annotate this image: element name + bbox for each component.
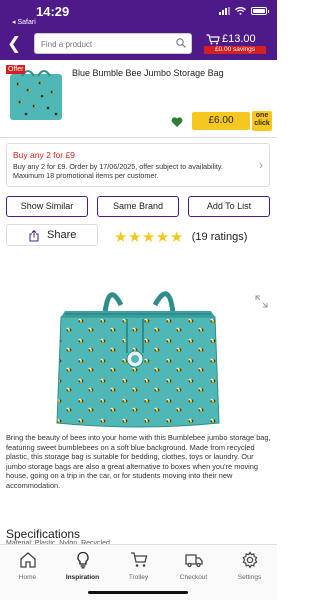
gear-icon	[242, 551, 257, 569]
status-icons	[219, 7, 269, 15]
status-bar: 14:29 ◂ Safari	[0, 0, 277, 28]
trolley-icon	[130, 552, 147, 567]
nav-row: ❮ £13.00 £0.00 savings	[0, 33, 277, 55]
star-icon: ★	[155, 228, 170, 246]
star-icon: ★	[169, 228, 184, 246]
chevron-right-icon: ›	[259, 158, 263, 172]
star-icon: ★	[114, 228, 128, 246]
add-to-trolley-price-button[interactable]: £6.00	[192, 112, 250, 130]
one-click-label-line1: one	[255, 112, 269, 119]
specifications-heading: Specifications	[6, 527, 81, 541]
heart-icon[interactable]	[171, 116, 183, 128]
tab-home[interactable]: Home	[0, 551, 55, 587]
promo-title: Buy any 2 for £9	[13, 150, 75, 160]
search-icon[interactable]	[176, 38, 186, 48]
tab-label: Home	[18, 574, 37, 581]
cart-button[interactable]: £13.00 £0.00 savings	[204, 33, 270, 55]
tab-label: Inspiration	[65, 574, 100, 581]
offer-badge: Offer	[6, 65, 26, 74]
share-label: Share	[47, 229, 77, 241]
tab-inspiration[interactable]: Inspiration	[55, 551, 110, 587]
add-to-list-button[interactable]: Add To List	[188, 196, 270, 217]
one-click-label-line2: click	[254, 120, 270, 127]
one-click-button[interactable]: one click	[252, 111, 272, 131]
app-header: 14:29 ◂ Safari ❮ Find a product £13.00 £…	[0, 0, 277, 60]
promo-offer-card[interactable]: Buy any 2 for £9 Buy any 2 for £9. Order…	[6, 143, 270, 187]
rating-count: (19 ratings)	[191, 231, 248, 243]
wifi-icon	[235, 7, 246, 15]
tab-trolley[interactable]: Trolley	[111, 551, 166, 587]
same-brand-button[interactable]: Same Brand	[97, 196, 179, 217]
tab-label: Settings	[237, 574, 262, 581]
product-rating[interactable]: ★ ★ ★ ★ ★ (19 ratings)	[114, 228, 247, 246]
show-similar-button[interactable]: Show Similar	[6, 196, 88, 217]
promo-text: Buy any 2 for £9. Order by 17/06/2025, o…	[13, 162, 223, 180]
cart-icon	[206, 34, 220, 45]
share-button[interactable]: Share	[6, 224, 98, 246]
search-bar[interactable]	[34, 33, 192, 54]
savings-badge: £0.00 savings	[204, 46, 266, 54]
expand-icon[interactable]	[255, 295, 268, 308]
product-thumbnail[interactable]	[8, 68, 64, 124]
tab-label: Checkout	[179, 574, 208, 581]
lightbulb-icon	[76, 551, 89, 569]
product-main-image[interactable]	[53, 275, 223, 435]
tab-checkout[interactable]: Checkout	[166, 551, 221, 587]
home-icon	[19, 552, 36, 568]
signal-icon	[219, 7, 230, 15]
battery-icon	[251, 7, 269, 15]
tab-label: Trolley	[128, 574, 149, 581]
star-icon: ★	[127, 228, 142, 246]
search-input[interactable]	[35, 35, 165, 54]
back-to-safari-link[interactable]: ◂ Safari	[12, 18, 36, 26]
product-title: Blue Bumble Bee Jumbo Storage Bag	[72, 68, 224, 78]
divider	[0, 137, 277, 138]
home-indicator	[88, 591, 188, 594]
delivery-truck-icon	[184, 554, 203, 568]
share-icon	[29, 230, 39, 242]
star-icon: ★	[141, 228, 156, 246]
cart-total: £13.00	[222, 33, 256, 45]
status-time: 14:29	[36, 4, 70, 19]
tab-settings[interactable]: Settings	[222, 551, 277, 587]
product-description: Bring the beauty of bees into your home …	[6, 433, 271, 490]
back-arrow-icon[interactable]: ❮	[7, 35, 21, 53]
